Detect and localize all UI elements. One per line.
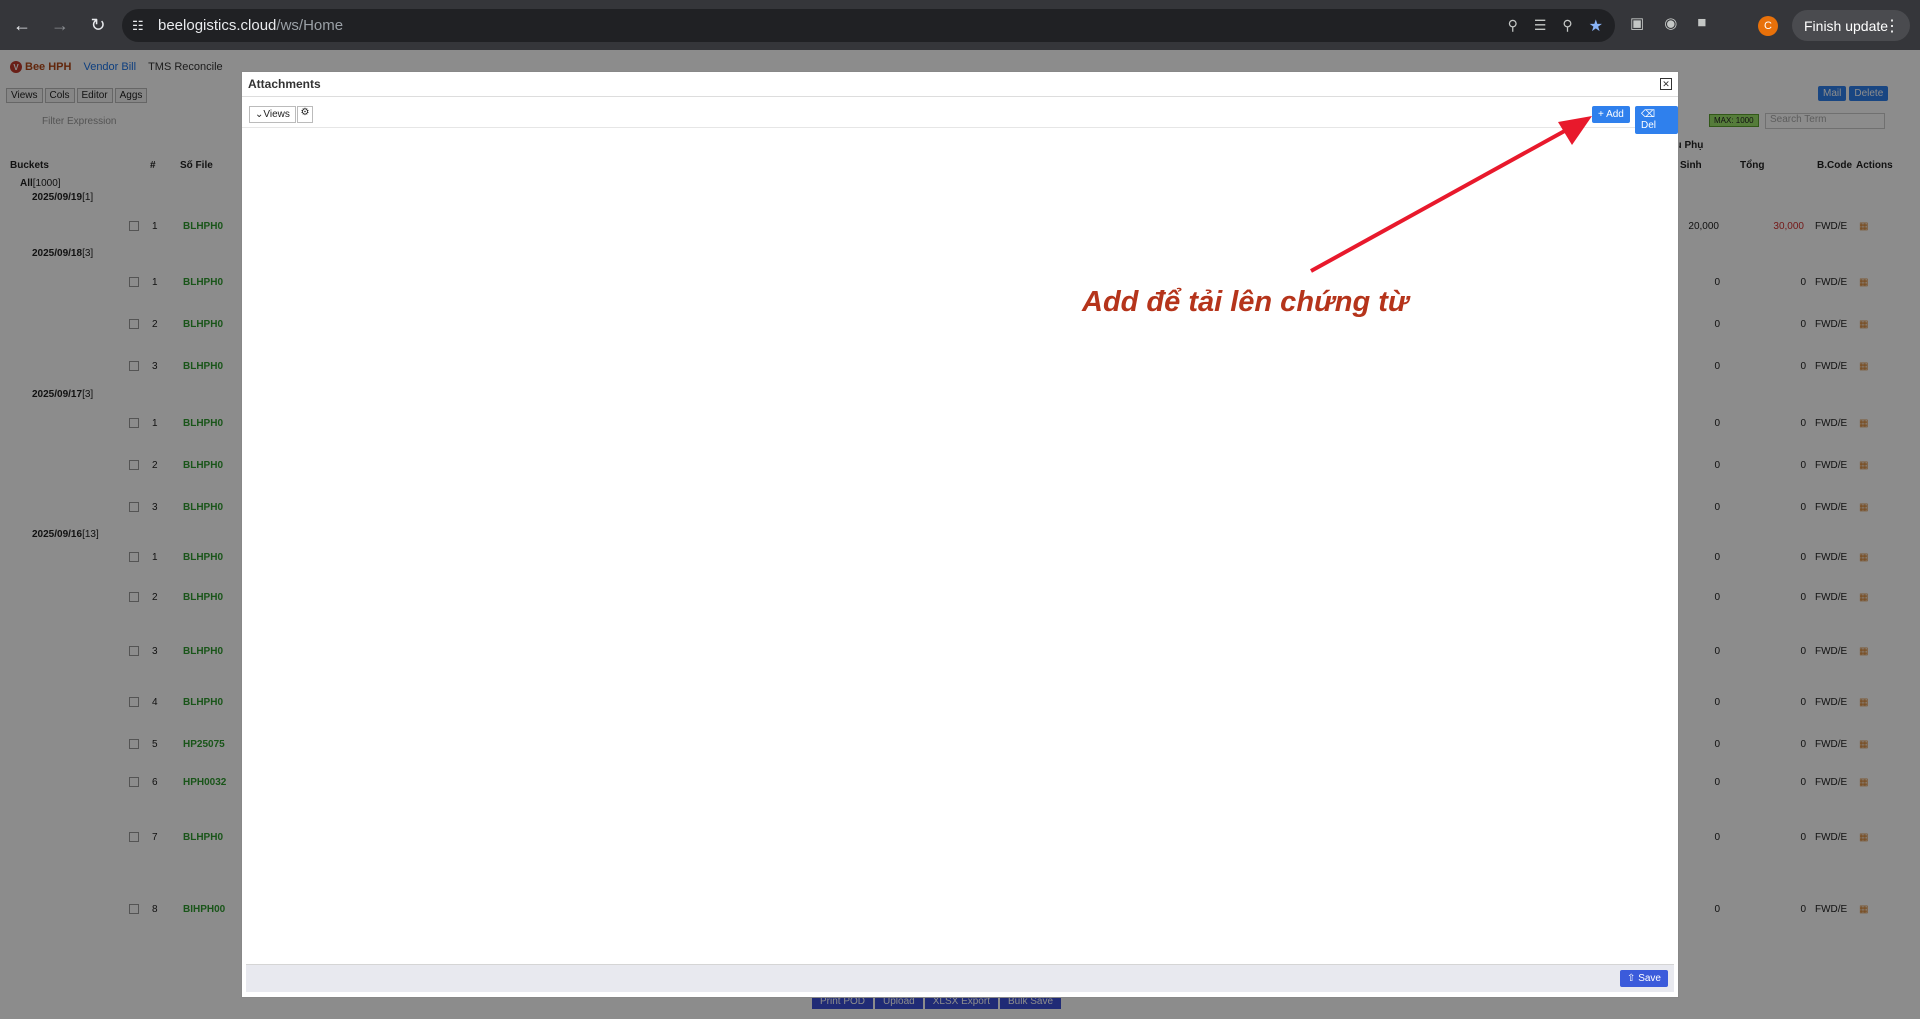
password-key-icon[interactable]: ⚲ [1508,17,1518,34]
site-settings-icon[interactable]: ☷ [132,18,154,34]
extension-icon[interactable]: ◉ [1664,14,1677,32]
translate-extension-icon[interactable]: ▣ [1630,14,1644,32]
views-dropdown[interactable]: ⌄Views [249,106,296,123]
url-text[interactable]: beelogistics.cloud/ws/Home [158,17,343,34]
forward-icon[interactable]: → [44,9,76,41]
puzzle-extensions-icon[interactable]: ■ [1697,14,1706,32]
finish-update-button[interactable]: Finish update ⋮ [1792,10,1910,41]
reload-icon[interactable]: ↻ [82,9,114,41]
save-button[interactable]: ⇧ Save [1620,970,1668,987]
delete-attachment-button[interactable]: ⌫ Del [1635,106,1678,134]
dialog-footer: ⇧ Save [246,964,1674,992]
annotation-text: Add để tải lên chứng từ [1082,286,1409,318]
add-attachment-button[interactable]: + Add [1592,106,1630,123]
bookmark-star-icon[interactable]: ★ [1589,16,1603,36]
address-bar[interactable]: ☷ beelogistics.cloud/ws/Home ⚲ ☰ ⚲ ★ [122,9,1615,42]
browser-toolbar: ← → ↻ ☷ beelogistics.cloud/ws/Home ⚲ ☰ ⚲… [0,0,1920,50]
gear-icon[interactable]: ⚙ [297,106,313,123]
dialog-title: Attachments [248,77,321,91]
close-icon[interactable]: ✕ [1660,78,1672,90]
zoom-icon[interactable]: ⚲ [1562,17,1572,34]
profile-avatar[interactable]: C [1758,16,1778,36]
more-menu-icon[interactable]: ⋮ [1884,16,1900,36]
translate-icon[interactable]: ☰ [1534,17,1547,34]
back-icon[interactable]: ← [6,9,38,41]
attachments-dialog: Attachments ✕ ⌄Views ⚙ + Add ⌫ Del ⇧ Sav… [241,71,1679,998]
